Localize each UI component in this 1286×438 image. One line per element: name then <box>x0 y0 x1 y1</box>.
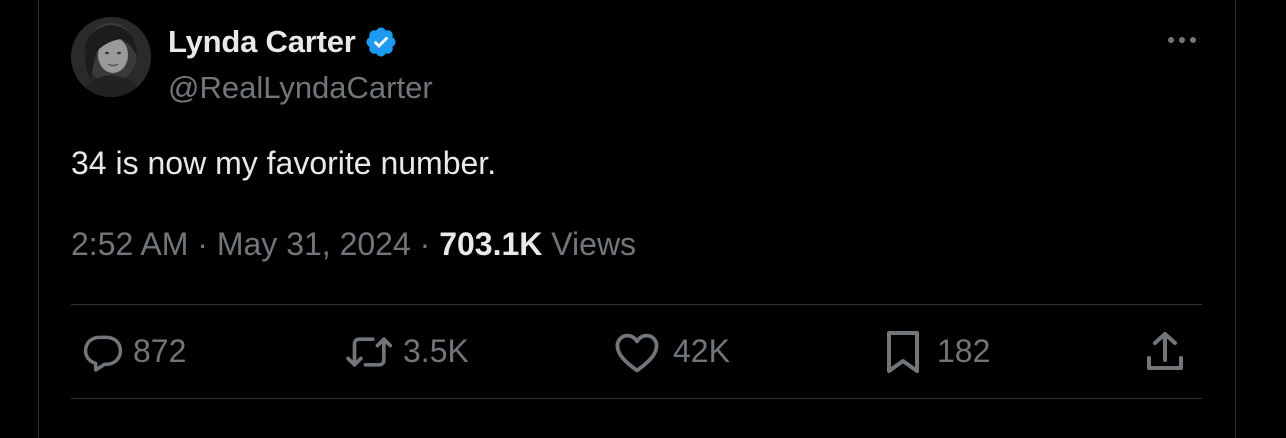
author-row: Lynda Carter <box>168 22 398 62</box>
repost-button[interactable]: 3.5K <box>343 305 469 398</box>
share-icon <box>1147 331 1183 370</box>
author-display-name[interactable]: Lynda Carter <box>168 24 356 60</box>
repost-count: 3.5K <box>403 333 469 369</box>
author-handle[interactable]: @RealLyndaCarter <box>168 70 433 106</box>
like-count: 42K <box>673 333 730 369</box>
like-icon <box>615 333 659 372</box>
tweet-date[interactable]: May 31, 2024 <box>217 226 411 262</box>
views-count[interactable]: 703.1K <box>439 226 542 262</box>
tweet-text: 34 is now my favorite number. <box>71 145 497 181</box>
avatar[interactable] <box>71 17 151 97</box>
like-button[interactable]: 42K <box>613 305 730 398</box>
views-label: Views <box>551 226 637 262</box>
reply-icon <box>83 335 123 372</box>
verified-badge-icon[interactable] <box>364 25 398 59</box>
more-options-button[interactable] <box>1162 26 1202 54</box>
reply-button[interactable]: 872 <box>81 305 186 398</box>
meta-separator: · <box>419 226 431 262</box>
bookmark-button[interactable]: 182 <box>883 305 990 398</box>
action-bar: 872 3.5K 42K 182 <box>71 305 1202 398</box>
reply-count: 872 <box>133 333 187 369</box>
bookmark-icon <box>887 330 919 373</box>
meta-separator: · <box>197 226 208 262</box>
repost-icon <box>346 336 393 367</box>
divider-bottom <box>71 398 1202 399</box>
bookmark-count: 182 <box>937 333 991 369</box>
avatar-image <box>71 17 151 97</box>
share-button[interactable] <box>1141 305 1189 398</box>
tweet-time[interactable]: 2:52 AM <box>71 226 188 262</box>
more-icon <box>1168 37 1196 43</box>
tweet-meta: 2:52 AM · May 31, 2024 · 703.1K Views <box>71 226 636 263</box>
